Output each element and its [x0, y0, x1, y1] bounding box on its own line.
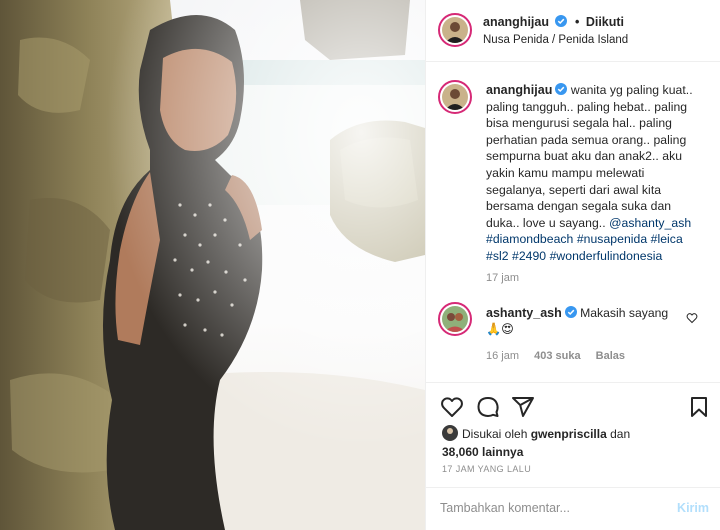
post-username[interactable]: ananghijau — [483, 15, 549, 29]
comment-body: Makasih sayang — [580, 306, 669, 320]
separator-dot: • — [574, 15, 580, 29]
caption-text: ananghijau wanita yg paling kuat.. palin… — [486, 82, 710, 265]
caption-username[interactable]: ananghijau — [486, 83, 552, 97]
liker-avatar[interactable] — [442, 425, 458, 441]
comment-heart-icon[interactable] — [686, 312, 698, 324]
likes-prefix: Disukai oleh — [462, 427, 528, 441]
bookmark-icon[interactable] — [687, 395, 711, 419]
caption-line: perhatian pada semua orang.. paling — [486, 132, 687, 147]
follow-status-button[interactable]: Diikuti — [586, 15, 624, 29]
caption-line: bisa mengurusi segala hal.. paling — [486, 116, 672, 131]
add-comment-bar: Kirim — [426, 487, 720, 530]
verified-badge-icon — [555, 83, 568, 95]
avatar[interactable] — [438, 302, 472, 336]
hashtag-link[interactable]: #leica — [651, 232, 683, 246]
mention-link[interactable]: @ashanty_ash — [609, 216, 691, 230]
caption-line: bersama dengan segala suka dan — [486, 199, 672, 214]
post-location[interactable]: Nusa Penida / Penida Island — [483, 34, 628, 46]
post-time[interactable]: 17 JAM YANG LALU — [442, 464, 531, 474]
comment-username[interactable]: ashanty_ash — [486, 306, 562, 320]
hashtag-link[interactable]: #sl2 — [486, 249, 509, 263]
likes-conj: dan — [610, 427, 631, 441]
heart-icon[interactable] — [440, 395, 464, 419]
avatar[interactable] — [438, 80, 472, 114]
caption-line: duka.. love u sayang.. — [486, 215, 606, 230]
comment-input[interactable] — [440, 501, 660, 515]
likes-summary: Disukai oleh gwenpriscilla dan 38,060 la… — [442, 425, 712, 461]
hashtag-link[interactable]: #nusapenida — [577, 232, 647, 246]
comment-likes[interactable]: 403 suka — [534, 350, 580, 362]
post-side-panel: ananghijau • Diikuti Nusa Penida / Penid… — [425, 0, 720, 530]
caption-line: yakin kamu mampu melewati — [486, 165, 645, 180]
reply-button[interactable]: Balas — [596, 350, 625, 362]
post-header: ananghijau • Diikuti Nusa Penida / Penid… — [426, 0, 720, 62]
caption-line: paling tangguh.. paling hebat.. paling — [486, 99, 688, 114]
post-photo[interactable] — [0, 0, 425, 530]
caption-line: segalanya, seperti dari awal kita — [486, 182, 662, 197]
hashtag-link[interactable]: #2490 — [512, 249, 546, 263]
caption-line: sempurna buat aku dan anak2.. aku — [486, 149, 683, 164]
send-comment-button[interactable]: Kirim — [677, 501, 709, 515]
hashtag-link[interactable]: #diamondbeach — [486, 232, 573, 246]
paper-plane-icon[interactable] — [511, 395, 535, 419]
caption-time[interactable]: 17 jam — [486, 272, 519, 284]
hashtag-link[interactable]: #wonderfulindonesia — [550, 249, 663, 263]
caption-line: wanita yg paling kuat.. — [570, 83, 693, 97]
comment-icon[interactable] — [476, 395, 500, 419]
post-actions: Disukai oleh gwenpriscilla dan 38,060 la… — [426, 382, 720, 530]
comment-meta: 16 jam 403 suka Balas — [486, 350, 637, 362]
likes-count[interactable]: 38,060 lainnya — [442, 445, 523, 459]
verified-badge-icon — [555, 15, 568, 27]
liker-username[interactable]: gwenpriscilla — [531, 427, 607, 441]
avatar[interactable] — [438, 13, 472, 47]
comment-emojis: 🙏😍 — [486, 322, 514, 336]
comment-text: ashanty_ash Makasih sayang 🙏😍 — [486, 305, 686, 337]
comment-time[interactable]: 16 jam — [486, 350, 519, 362]
verified-badge-icon — [564, 306, 577, 318]
